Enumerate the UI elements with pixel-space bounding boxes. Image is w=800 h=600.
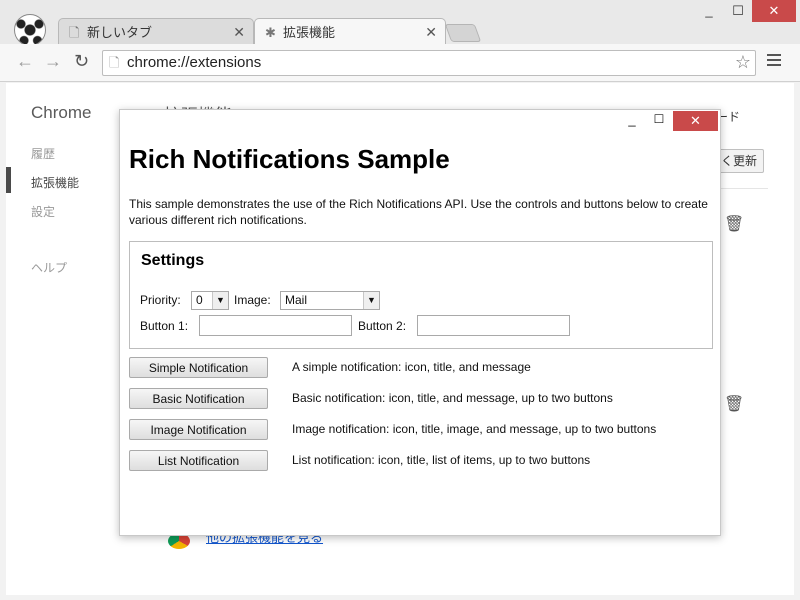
close-tab-icon[interactable]: ✕ — [233, 19, 245, 46]
chevron-down-icon: ▼ — [363, 292, 379, 309]
notification-description: A simple notification: icon, title, and … — [292, 360, 531, 374]
page-title: Rich Notifications Sample — [129, 144, 450, 174]
new-tab-button[interactable] — [444, 24, 482, 42]
notification-description: List notification: icon, title, list of … — [292, 453, 591, 467]
sidebar-item-help[interactable]: ヘルプ — [31, 259, 67, 276]
address-text: chrome://extensions — [127, 54, 262, 71]
address-bar[interactable]: 🗋 chrome://extensions ☆ — [102, 50, 756, 76]
priority-label: Priority: — [140, 293, 181, 307]
image-value: Mail — [285, 293, 308, 307]
page-icon: 🗋 — [109, 55, 120, 70]
soccer-ball-icon — [14, 14, 46, 46]
reload-icon[interactable]: ↻ — [74, 51, 89, 72]
sidebar-item-extensions[interactable]: 拡張機能 — [31, 174, 79, 191]
close-tab-icon[interactable]: ✕ — [425, 19, 437, 46]
chevron-down-icon: ▼ — [212, 292, 228, 309]
bookmark-star-icon[interactable]: ☆ — [735, 50, 751, 74]
trash-icon[interactable]: 🗑 — [724, 214, 744, 234]
button1-label: Button 1: — [140, 319, 189, 333]
popup-maximize-button[interactable]: ☐ — [647, 112, 671, 130]
priority-select[interactable]: 0 ▼ — [191, 291, 229, 310]
image-select[interactable]: Mail ▼ — [280, 291, 380, 310]
priority-value: 0 — [196, 293, 203, 307]
basic-notification-button[interactable]: Basic Notification — [129, 388, 268, 409]
settings-panel: Settings Priority: 0 ▼ Image: Mail ▼ But… — [129, 241, 713, 349]
page-icon: 🗋 — [69, 25, 80, 40]
brand-title: Chrome — [31, 103, 92, 122]
notification-description: Basic notification: icon, title, and mes… — [292, 391, 613, 405]
button2-label: Button 2: — [358, 319, 407, 333]
tab-extensions[interactable]: ✱ 拡張機能 ✕ — [254, 18, 446, 46]
title-bar: 🗋 新しいタブ ✕ ✱ 拡張機能 ✕ _ ☐ ✕ — [0, 0, 800, 46]
menu-icon[interactable] — [767, 54, 781, 69]
minimize-button[interactable]: _ — [694, 0, 724, 22]
settings-heading: Settings — [141, 252, 205, 269]
close-window-button[interactable]: ✕ — [752, 0, 796, 22]
tab-label: 新しいタブ — [87, 25, 153, 40]
notifications-popup-window: _ ☐ ✕ Rich Notifications Sample This sam… — [119, 109, 721, 536]
browser-toolbar: ← → ↻ 🗋 chrome://extensions ☆ — [0, 44, 800, 82]
sidebar-item-settings[interactable]: 設定 — [31, 203, 55, 220]
forward-arrow-icon[interactable]: → — [44, 51, 62, 72]
sidebar-active-indicator — [6, 167, 11, 193]
list-notification-button[interactable]: List Notification — [129, 450, 268, 471]
popup-close-button[interactable]: ✕ — [673, 111, 718, 131]
maximize-button[interactable]: ☐ — [724, 0, 752, 22]
notification-description: Image notification: icon, title, image, … — [292, 422, 657, 436]
button1-input[interactable] — [199, 315, 352, 336]
sidebar-item-history[interactable]: 履歴 — [31, 145, 55, 162]
tab-label: 拡張機能 — [283, 25, 336, 40]
back-arrow-icon[interactable]: ← — [16, 51, 34, 72]
puzzle-icon: ✱ — [265, 25, 276, 40]
image-notification-button[interactable]: Image Notification — [129, 419, 268, 440]
page-description: This sample demonstrates the use of the … — [129, 197, 708, 227]
trash-icon[interactable]: 🗑 — [724, 394, 744, 414]
popup-minimize-button[interactable]: _ — [620, 112, 644, 130]
button2-input[interactable] — [417, 315, 570, 336]
divider — [716, 188, 768, 189]
image-label: Image: — [234, 293, 271, 307]
simple-notification-button[interactable]: Simple Notification — [129, 357, 268, 378]
tab-new-tab[interactable]: 🗋 新しいタブ ✕ — [58, 18, 254, 45]
